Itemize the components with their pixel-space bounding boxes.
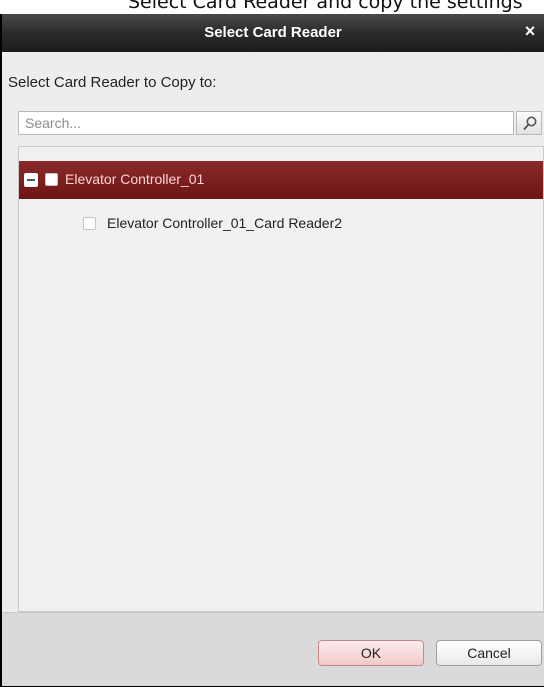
ok-button[interactable]: OK [318,640,424,666]
copy-to-prompt: Select Card Reader to Copy to: [8,74,217,91]
tree-node-card-reader2[interactable]: Elevator Controller_01_Card Reader2 [19,205,543,243]
collapse-icon[interactable] [24,173,38,187]
background-window-strip: Select Card Reader and copy the settings [0,0,544,14]
card-reader-label: Elevator Controller_01_Card Reader2 [107,215,343,231]
dialog-title: Select Card Reader [204,24,342,41]
tree-node-elevator-controller[interactable]: Elevator Controller_01 [19,161,543,199]
select-card-reader-dialog: Select Card Reader × Select Card Reader … [0,14,544,687]
search-input[interactable] [19,112,513,134]
card-reader-tree[interactable]: Elevator Controller_01 Elevator Controll… [18,146,544,612]
close-icon[interactable]: × [522,22,538,40]
search-icon [523,116,537,130]
search-field[interactable] [18,111,514,135]
controller-label: Elevator Controller_01 [65,171,205,187]
search-button[interactable] [516,111,542,135]
dialog-footer: OK Cancel [2,612,544,686]
cancel-button[interactable]: Cancel [436,640,542,666]
controller-checkbox[interactable] [45,173,58,186]
dialog-titlebar[interactable]: Select Card Reader × [2,14,544,52]
background-caption: Select Card Reader and copy the settings [128,0,523,13]
card-reader-checkbox[interactable] [83,217,96,230]
